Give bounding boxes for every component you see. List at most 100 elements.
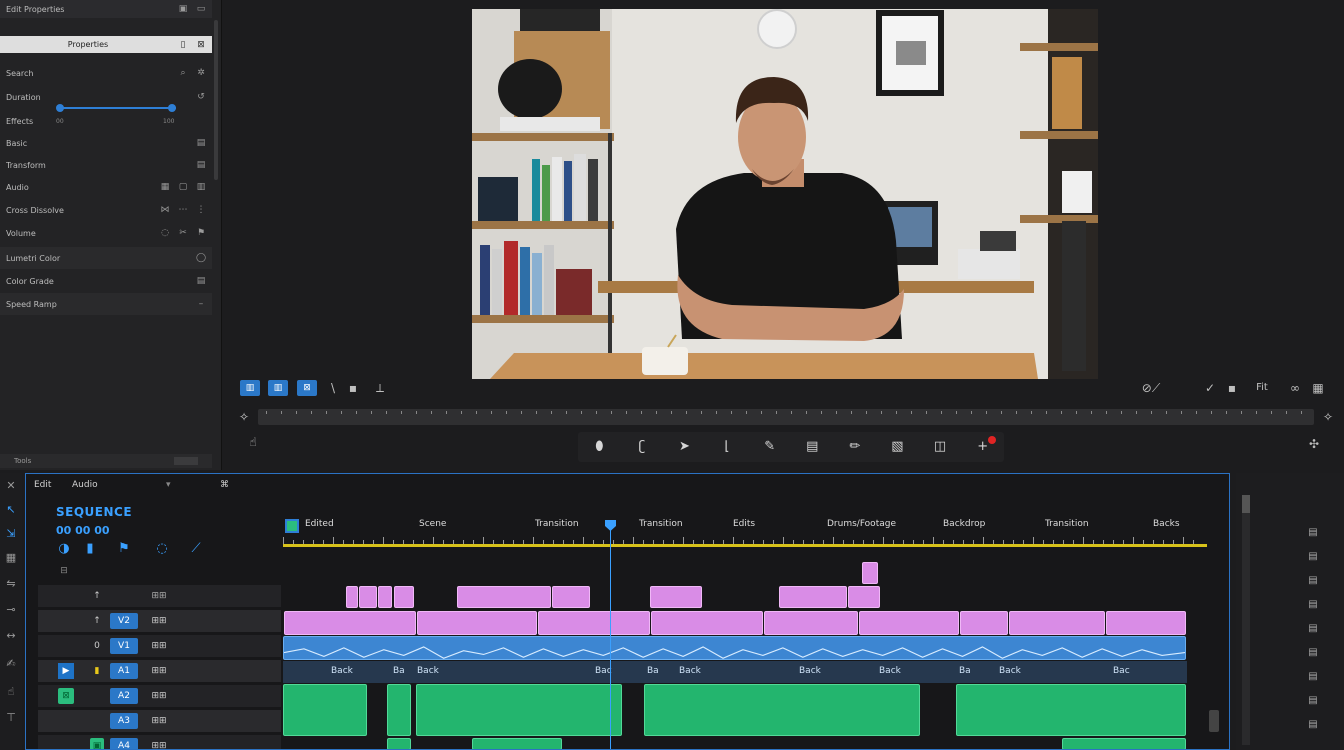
marker-icon[interactable]: ⊠: [297, 380, 317, 396]
track-header[interactable]: ↑ V2 ⊞⊞: [38, 610, 281, 633]
playhead[interactable]: [610, 522, 611, 749]
menu-icon[interactable]: ⋮: [196, 205, 206, 215]
music-clip[interactable]: [472, 738, 562, 749]
track-header[interactable]: ▶ ▮ A1 ⊞⊞: [38, 660, 281, 683]
cross-dissolve-row[interactable]: Cross Dissolve ⋈ ⋯ ⋮: [0, 199, 212, 221]
pen-icon[interactable]: ʗ: [631, 436, 653, 458]
meter-icon[interactable]: ▤: [1306, 647, 1320, 658]
duration-slider[interactable]: [56, 104, 176, 112]
video-clip[interactable]: [417, 611, 537, 635]
meter-scroll-knob[interactable]: [1242, 495, 1250, 513]
minus-icon[interactable]: –: [196, 299, 206, 309]
track-name[interactable]: V2: [110, 613, 138, 629]
meter-icon[interactable]: ▤: [1306, 551, 1320, 562]
circle-icon[interactable]: ◯: [196, 253, 206, 263]
track-lock[interactable]: ⊞⊞: [144, 713, 174, 729]
scrub-start-icon[interactable]: ✧: [236, 408, 252, 426]
music-clip[interactable]: [387, 684, 411, 736]
tab-options[interactable]: ⌘: [220, 480, 229, 490]
video-clip[interactable]: [650, 586, 702, 608]
music-clip[interactable]: [283, 684, 367, 736]
video-clip[interactable]: [457, 586, 551, 608]
timeline-scrollbar[interactable]: [1209, 710, 1219, 732]
add-marker-icon[interactable]: ⚑: [116, 541, 132, 556]
bulb-icon[interactable]: ◌: [160, 228, 170, 238]
track-target[interactable]: 0: [90, 638, 104, 654]
track-header[interactable]: ↑ ⊞⊞: [38, 585, 281, 608]
wrench-icon[interactable]: ⟋: [188, 541, 204, 556]
audio-row[interactable]: Audio ▦ ▢ ▥: [0, 176, 212, 198]
text-tool-icon[interactable]: ⊤: [3, 711, 19, 724]
close-icon[interactable]: ⊠: [196, 40, 206, 50]
slip-icon[interactable]: ↔: [3, 629, 19, 642]
video-clip[interactable]: [394, 586, 414, 608]
arrow-icon[interactable]: ➤: [673, 436, 695, 458]
video-clip[interactable]: [346, 586, 358, 608]
audio-clip[interactable]: [283, 636, 1186, 660]
settings-icon[interactable]: ▦: [1308, 380, 1328, 396]
razor-icon[interactable]: \: [323, 380, 343, 396]
meter-icon[interactable]: ▤: [1306, 671, 1320, 682]
slider-start-knob[interactable]: [56, 104, 64, 112]
track-name[interactable]: A1: [110, 663, 138, 679]
select-tool-icon[interactable]: ↖: [3, 503, 19, 516]
ripple-icon[interactable]: ⇋: [3, 577, 19, 590]
link-icon[interactable]: ⋯: [178, 205, 188, 215]
split-icon[interactable]: ◫: [929, 436, 951, 458]
scrub-end-icon[interactable]: ✧: [1320, 408, 1336, 426]
checkmark-icon[interactable]: ✓: [1200, 380, 1220, 396]
video-clip[interactable]: [960, 611, 1008, 635]
meter-icon[interactable]: ▤: [1306, 719, 1320, 730]
ruler-icon[interactable]: ⌊: [716, 436, 738, 458]
video-clip[interactable]: [538, 611, 650, 635]
track-source[interactable]: ▶: [58, 663, 74, 679]
window-icon[interactable]: ▭: [196, 4, 206, 14]
pencil-icon[interactable]: ✎: [759, 436, 781, 458]
duration-row[interactable]: Duration ↺: [0, 86, 212, 108]
razor-tool-icon[interactable]: ⊸: [3, 603, 19, 616]
color-grade-row[interactable]: Color Grade ▤: [0, 270, 212, 292]
link-clips-icon[interactable]: ⊘⟋: [1136, 380, 1166, 396]
meter-icon[interactable]: ▤: [1306, 575, 1320, 586]
video-clip[interactable]: [651, 611, 763, 635]
pin-icon[interactable]: ⟂: [370, 380, 390, 396]
timecode-display[interactable]: 00 00 00: [56, 524, 110, 537]
track-source[interactable]: ⊠: [58, 688, 74, 704]
panel-scrollbar[interactable]: [214, 20, 218, 180]
music-clip[interactable]: [1062, 738, 1186, 749]
delete-icon[interactable]: ▥: [196, 182, 206, 192]
square-icon[interactable]: ▪: [1222, 380, 1242, 396]
mark-out-icon[interactable]: ▥: [268, 380, 288, 396]
close-icon[interactable]: ✕: [3, 479, 19, 492]
tab-menu[interactable]: ▾: [166, 480, 171, 490]
flag-icon[interactable]: ⚑: [196, 228, 206, 238]
snap-icon[interactable]: ▪: [343, 380, 363, 396]
tab-audio[interactable]: Audio: [72, 480, 98, 490]
grid-icon[interactable]: ▦: [160, 182, 170, 192]
track-name[interactable]: A4: [110, 738, 138, 749]
hand-tool-icon[interactable]: ☝: [245, 434, 261, 450]
track-lock[interactable]: ⊞⊞: [144, 663, 174, 679]
keyframe-icon[interactable]: ⋈: [160, 205, 170, 215]
track-name[interactable]: A2: [110, 688, 138, 704]
track-lock[interactable]: ⊞⊞: [144, 613, 174, 629]
track-lock[interactable]: ⊞⊞: [144, 588, 174, 604]
video-clip[interactable]: [764, 611, 858, 635]
eraser-icon[interactable]: ⬮: [588, 436, 610, 458]
video-clip[interactable]: [552, 586, 590, 608]
lumetri-row[interactable]: Lumetri Color ◯: [0, 247, 212, 269]
snap-icon[interactable]: ◑: [56, 541, 72, 556]
track-lock[interactable]: ⊞⊞: [144, 688, 174, 704]
track-target[interactable]: ↑: [90, 613, 104, 629]
track-target[interactable]: ↑: [90, 588, 104, 604]
film-icon[interactable]: ▧: [886, 436, 908, 458]
basic-row[interactable]: Basic ▤: [0, 132, 212, 154]
music-clip[interactable]: [416, 684, 622, 736]
video-clip[interactable]: [1106, 611, 1186, 635]
video-clip[interactable]: [859, 611, 959, 635]
add-icon[interactable]: +: [972, 436, 996, 458]
mark-in-icon[interactable]: ▥: [240, 380, 260, 396]
meter-icon[interactable]: ▤: [1306, 599, 1320, 610]
square-icon[interactable]: ▢: [178, 182, 188, 192]
meter-icon[interactable]: ▤: [1306, 623, 1320, 634]
